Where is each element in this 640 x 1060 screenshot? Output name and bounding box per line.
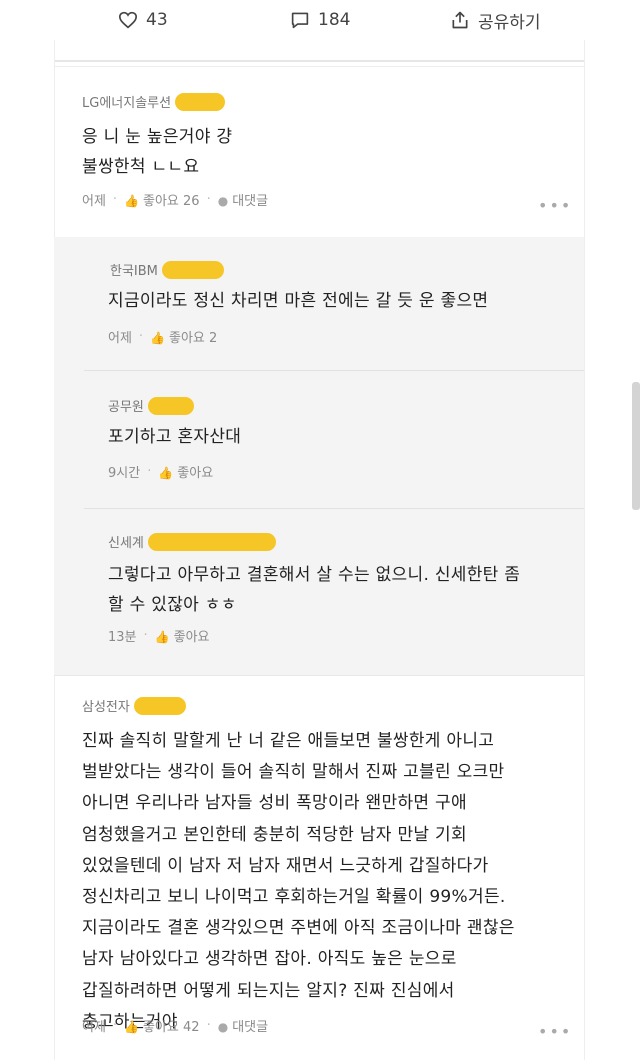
more-options-icon[interactable]: ••• bbox=[538, 1022, 572, 1041]
comment-reply-label: 대댓글 bbox=[232, 1020, 269, 1035]
like-button[interactable]: 43 bbox=[118, 6, 168, 34]
reply-like-label: 좋아요 bbox=[177, 466, 214, 481]
comment-icon bbox=[291, 12, 309, 29]
comment-time: 어제 bbox=[82, 194, 106, 209]
author-company: 삼성전자 bbox=[82, 700, 130, 715]
comment-time: 어제 bbox=[82, 1020, 106, 1035]
redacted-nickname bbox=[161, 260, 224, 279]
thumbs-up-icon: 👍 bbox=[150, 331, 166, 345]
thumbs-up-icon: 👍 bbox=[158, 466, 174, 480]
reply-time: 9시간 bbox=[108, 466, 141, 481]
more-options-icon[interactable]: ••• bbox=[538, 196, 572, 215]
share-button[interactable]: 공유하기 bbox=[450, 6, 541, 34]
reply-time: 13분 bbox=[108, 630, 137, 645]
speech-bubble-icon: ● bbox=[217, 194, 229, 208]
thumbs-up-icon: 👍 bbox=[124, 1020, 140, 1034]
reply-like-button[interactable]: 👍 좋아요 2 bbox=[150, 327, 217, 346]
comment-reply-label: 대댓글 bbox=[232, 194, 269, 209]
thumbs-up-icon: 👍 bbox=[154, 630, 170, 644]
reply-text: 포기하고 혼자산대 bbox=[108, 427, 242, 447]
reply-like-label: 좋아요 2 bbox=[169, 331, 218, 346]
like-count: 43 bbox=[146, 10, 168, 30]
redacted-nickname bbox=[133, 696, 186, 715]
redacted-nickname bbox=[147, 532, 276, 551]
comment-text: 진짜 솔직히 말할게 난 너 같은 애들보면 불쌍한게 아니고 벌받았다는 생각… bbox=[82, 731, 515, 1032]
divider bbox=[84, 370, 584, 371]
comment-button[interactable]: 184 bbox=[290, 6, 350, 34]
comment-count: 184 bbox=[318, 10, 351, 30]
reply-meta: 어제 · 👍 좋아요 2 bbox=[108, 327, 218, 346]
heart-icon bbox=[118, 11, 138, 29]
redacted-nickname bbox=[147, 396, 194, 415]
comment-meta: 어제 · 👍 좋아요 26 · ● 대댓글 bbox=[82, 190, 269, 209]
speech-bubble-icon: ● bbox=[217, 1020, 229, 1034]
share-icon bbox=[452, 11, 468, 29]
divider bbox=[54, 66, 584, 67]
divider bbox=[54, 675, 584, 676]
reply-time: 어제 bbox=[108, 331, 132, 346]
redacted-nickname bbox=[175, 92, 226, 111]
scrollbar[interactable] bbox=[632, 382, 640, 510]
comment-meta: 어제 · 👍 좋아요 42 · ● 대댓글 bbox=[82, 1016, 269, 1035]
thumbs-up-icon: 👍 bbox=[124, 194, 140, 208]
share-label: 공유하기 bbox=[478, 12, 541, 33]
reply-meta: 9시간 · 👍 좋아요 bbox=[108, 462, 214, 481]
reply-like-label: 좋아요 bbox=[173, 630, 210, 645]
comment-author: 삼성전자 bbox=[82, 696, 186, 715]
content-border bbox=[584, 40, 585, 1060]
reply-text: 그렇다고 아무하고 결혼해서 살 수는 없으니. 신세한탄 좀 할 수 있잖아 … bbox=[108, 565, 521, 615]
comment-author: LG에너지솔루션 bbox=[82, 92, 226, 111]
reply-meta: 13분 · 👍 좋아요 bbox=[108, 626, 210, 645]
reply-author: 한국IBM bbox=[110, 260, 224, 279]
reply-like-button[interactable]: 👍 좋아요 bbox=[155, 626, 210, 645]
author-company: 한국IBM bbox=[110, 264, 158, 279]
reply-like-button[interactable]: 👍 좋아요 bbox=[158, 462, 213, 481]
comment-like-button[interactable]: 👍 좋아요 26 bbox=[124, 190, 200, 209]
reply-author: 신세계 bbox=[108, 532, 276, 551]
divider bbox=[84, 508, 584, 509]
author-company: 신세계 bbox=[108, 536, 144, 551]
reply-text: 지금이라도 정신 차리면 마흔 전에는 갈 듯 운 좋으면 bbox=[108, 291, 489, 311]
author-company: 공무원 bbox=[108, 400, 144, 415]
comment-reply-button[interactable]: ● 대댓글 bbox=[218, 190, 268, 209]
comment-reply-button[interactable]: ● 대댓글 bbox=[218, 1016, 268, 1035]
comment-like-button[interactable]: 👍 좋아요 42 bbox=[124, 1016, 200, 1035]
comment-like-label: 좋아요 26 bbox=[143, 194, 200, 209]
divider bbox=[54, 60, 584, 62]
comment-like-label: 좋아요 42 bbox=[143, 1020, 200, 1035]
author-company: LG에너지솔루션 bbox=[82, 96, 172, 111]
reply-author: 공무원 bbox=[108, 396, 194, 415]
comment-text: 응 니 눈 높은거야 걍 불쌍한척 ㄴㄴ요 bbox=[82, 127, 233, 177]
